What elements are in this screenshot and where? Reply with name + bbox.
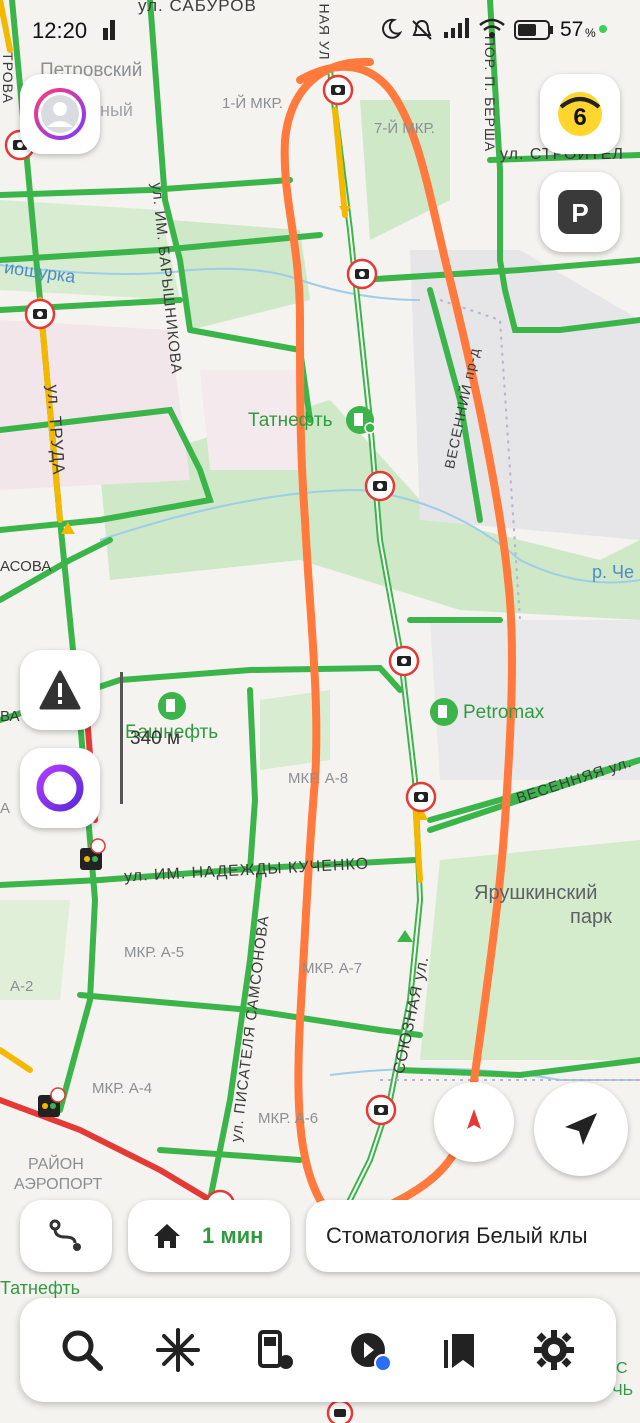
alice-icon [36,764,84,812]
camera-icon [346,258,378,290]
district-label: МКР. А-6 [258,1110,319,1127]
district-label: АСОВА [0,558,52,575]
park-area [420,840,640,1060]
district-label: С [616,1360,628,1377]
home-icon [154,1224,180,1248]
avatar-icon [34,88,86,140]
river-label: р. Че [592,562,635,582]
district-label: МКР. А-5 [124,944,185,961]
nav-gas[interactable] [244,1320,304,1380]
gas-station-icon [158,692,186,720]
compass-icon [467,1109,481,1129]
destination-button[interactable]: Стоматология Белый клы [306,1200,640,1272]
nav-settings[interactable] [524,1320,584,1380]
route-row: 1 мин Стоматология Белый клы [20,1200,640,1272]
search-icon [62,1330,103,1371]
warning-icon [39,670,81,710]
voice-assistant-button[interactable] [20,748,100,828]
bookmarks-icon [444,1334,474,1368]
music-icon [351,1333,392,1372]
poi-label: Татнефть [0,1278,81,1298]
camera-icon [388,645,420,677]
moon-icon [382,18,402,39]
camera-icon [326,1399,354,1423]
status-time: 12:20 [32,18,88,43]
industrial-area [410,250,640,540]
street [157,1147,303,1163]
park-label: Ярушкинский [474,882,598,904]
battery-percent: 57 [560,18,584,41]
district-label: МКР. А-7 [302,960,363,977]
bottom-nav [20,1298,616,1402]
scale-label: 340 м [130,728,181,749]
profile-button[interactable] [20,74,100,154]
destination-label: Стоматология Белый клы [326,1223,588,1248]
battery-icon [514,20,553,40]
district-label: МКР. А-8 [288,770,349,787]
poi-label: Petromax [463,702,545,723]
wifi-icon [479,18,505,38]
district-label: ВА [0,708,20,725]
route-time: 1 мин [202,1223,264,1248]
camera-icon [322,74,354,106]
mute-icon [412,19,432,40]
road-events-button[interactable] [20,650,100,730]
location-arrow-icon [565,1113,597,1145]
district-label: А [0,800,11,817]
nav-search[interactable] [52,1320,112,1380]
place-label: ный [100,100,133,120]
cell-signal-icon [444,18,469,38]
camera-icon [364,470,396,502]
nav-music[interactable] [340,1320,400,1380]
street [397,1057,640,1079]
poi-label: Татнефть [248,410,333,431]
parking-icon: P [558,190,602,234]
district-label: АЭРОПОРТ [14,1176,103,1193]
my-location-button[interactable] [534,1082,628,1176]
district-label: МКР. А-4 [92,1080,153,1097]
traffic-light-icon [80,838,106,870]
district-label: РАЙОН [28,1156,84,1173]
signal-icon [103,20,115,40]
camera-icon [405,781,437,813]
camera-icon [365,1094,397,1126]
status-bar: 12:20 57 % [0,0,640,60]
street-cross [247,687,259,873]
park-label: парк [570,906,612,928]
sparkle-icon [156,1328,200,1372]
fuel-icon [258,1330,293,1369]
compass-button[interactable] [434,1082,514,1162]
badge-value: 6 [573,104,587,131]
nav-discovery[interactable] [148,1320,208,1380]
weather-badge-button[interactable]: 6 [540,74,620,154]
route-options-button[interactable] [20,1200,112,1272]
district-label: 7-Й МКР. [374,120,435,137]
district-label: А-2 [10,978,34,995]
route-icon [49,1219,81,1251]
industrial-area [430,620,640,780]
home-route-button[interactable]: 1 мин [128,1200,290,1272]
percent-sign: % [585,26,596,40]
district-label: ЧЬ [612,1382,634,1399]
charging-dot-icon [599,25,607,33]
camera-icon [24,298,56,330]
direction-arrow [397,930,413,942]
district-label: 1-Й МКР. [222,95,283,112]
traffic-yellow [0,1047,33,1073]
parking-button[interactable]: P [540,172,620,252]
svg-text:P: P [571,198,588,228]
gear-icon [534,1330,574,1370]
nav-bookmarks[interactable] [432,1320,492,1380]
residential-area [0,320,190,490]
gas-station-icon [430,698,458,726]
street-top [0,177,293,198]
scale-bar [120,672,123,804]
